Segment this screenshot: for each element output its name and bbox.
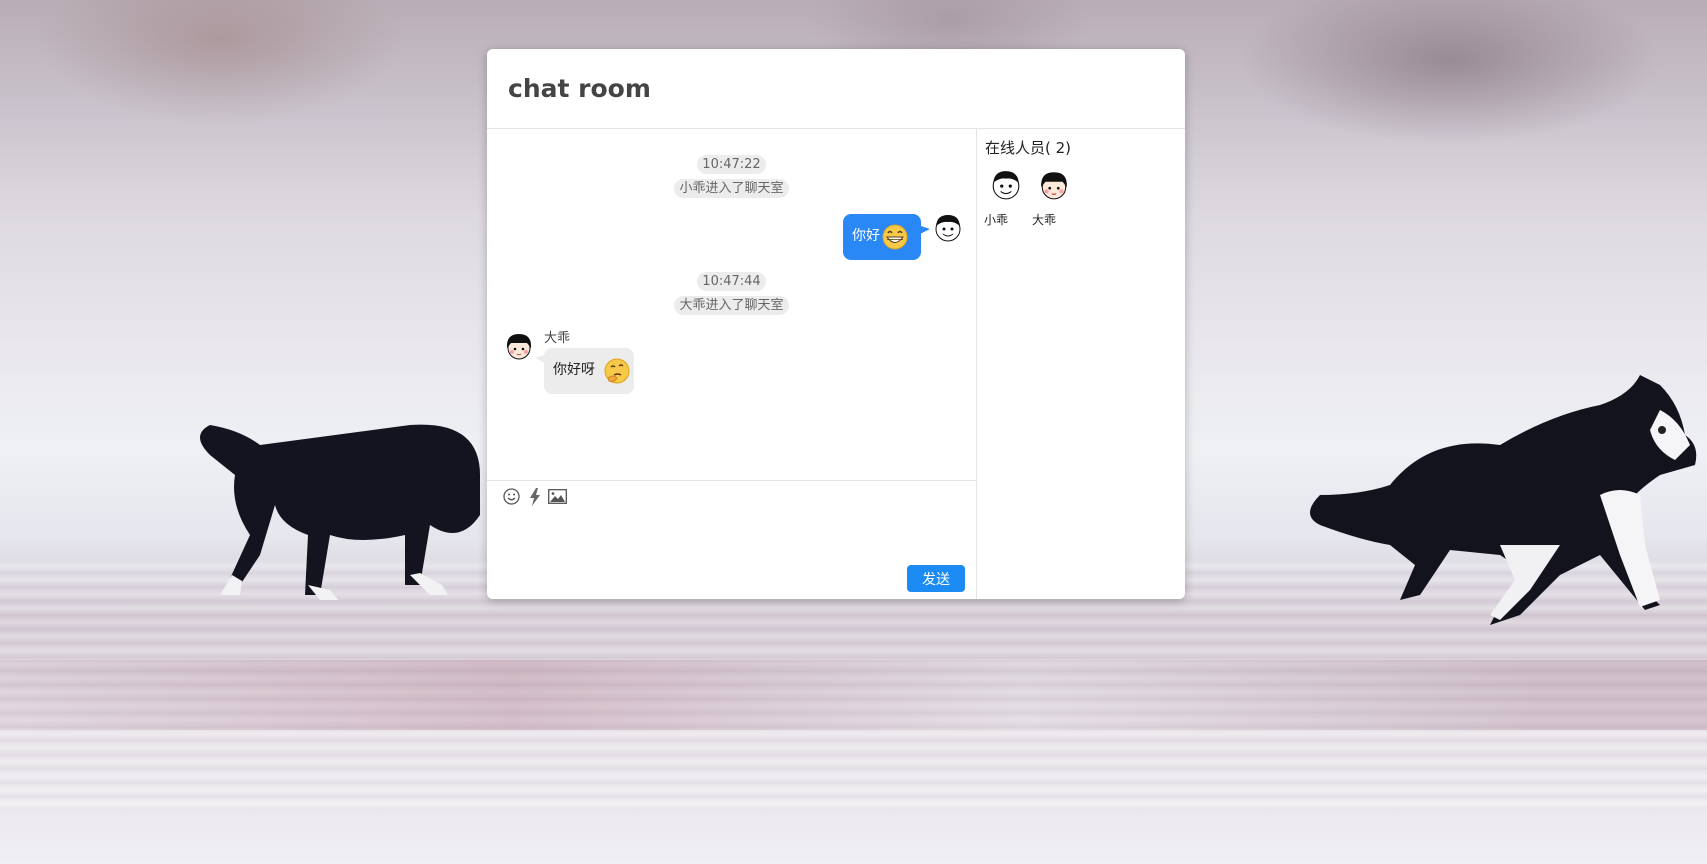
sender-name: 大乖 bbox=[544, 331, 571, 346]
message-input[interactable] bbox=[497, 515, 966, 561]
online-user-name: 小乖 bbox=[984, 213, 1009, 227]
timestamp-pill: 10:47:22 bbox=[697, 155, 766, 174]
message-timestamp: 10:47:44 bbox=[487, 270, 976, 291]
chat-header: chat room bbox=[487, 49, 1185, 129]
online-users-title: 在线人员( 2) bbox=[985, 139, 1072, 157]
grinning-emoji bbox=[882, 224, 908, 254]
timestamp-pill: 10:47:44 bbox=[697, 272, 766, 291]
bubble-tail bbox=[918, 225, 930, 235]
chat-body: 10:47:22 小乖进入了聊天室 你好 10:47:44 大乖进入了聊天室 大… bbox=[487, 129, 1185, 599]
online-user-item[interactable]: 大乖 bbox=[1032, 169, 1072, 228]
background-dog-left bbox=[180, 395, 500, 625]
chat-window: chat room 10:47:22 小乖进入了聊天室 你好 10:47:44 … bbox=[487, 49, 1185, 599]
join-notice-pill: 小乖进入了聊天室 bbox=[674, 179, 789, 198]
system-notice: 小乖进入了聊天室 bbox=[487, 177, 976, 198]
lightning-icon[interactable] bbox=[529, 488, 541, 510]
page-title: chat room bbox=[508, 74, 651, 103]
bubble-tail bbox=[535, 354, 547, 364]
message-list: 10:47:22 小乖进入了聊天室 你好 10:47:44 大乖进入了聊天室 大… bbox=[487, 129, 976, 480]
smile-icon[interactable] bbox=[503, 488, 520, 509]
online-user-item[interactable]: 小乖 bbox=[984, 169, 1024, 228]
message-timestamp: 10:47:22 bbox=[487, 153, 976, 174]
thinking-emoji bbox=[604, 358, 630, 388]
girl-avatar bbox=[1038, 169, 1070, 201]
image-icon[interactable] bbox=[548, 489, 567, 508]
background-reflection bbox=[0, 660, 1707, 730]
chat-main: 10:47:22 小乖进入了聊天室 你好 10:47:44 大乖进入了聊天室 大… bbox=[487, 129, 977, 599]
outgoing-message-bubble: 你好 bbox=[843, 214, 930, 260]
girl-avatar bbox=[504, 331, 534, 361]
incoming-message-text: 你好呀 bbox=[553, 362, 595, 378]
incoming-message-bubble: 你好呀 bbox=[535, 348, 634, 394]
message-composer: 发送 bbox=[487, 480, 976, 599]
join-notice-pill: 大乖进入了聊天室 bbox=[674, 296, 789, 315]
boy-avatar bbox=[933, 213, 963, 243]
background-dog-right bbox=[1300, 375, 1707, 655]
online-users-panel: 在线人员( 2) 小乖 大乖 bbox=[977, 129, 1185, 599]
outgoing-message-text: 你好 bbox=[852, 228, 880, 244]
system-notice: 大乖进入了聊天室 bbox=[487, 294, 976, 315]
send-button[interactable]: 发送 bbox=[907, 565, 965, 592]
boy-avatar bbox=[990, 169, 1022, 201]
online-user-name: 大乖 bbox=[1032, 213, 1057, 227]
